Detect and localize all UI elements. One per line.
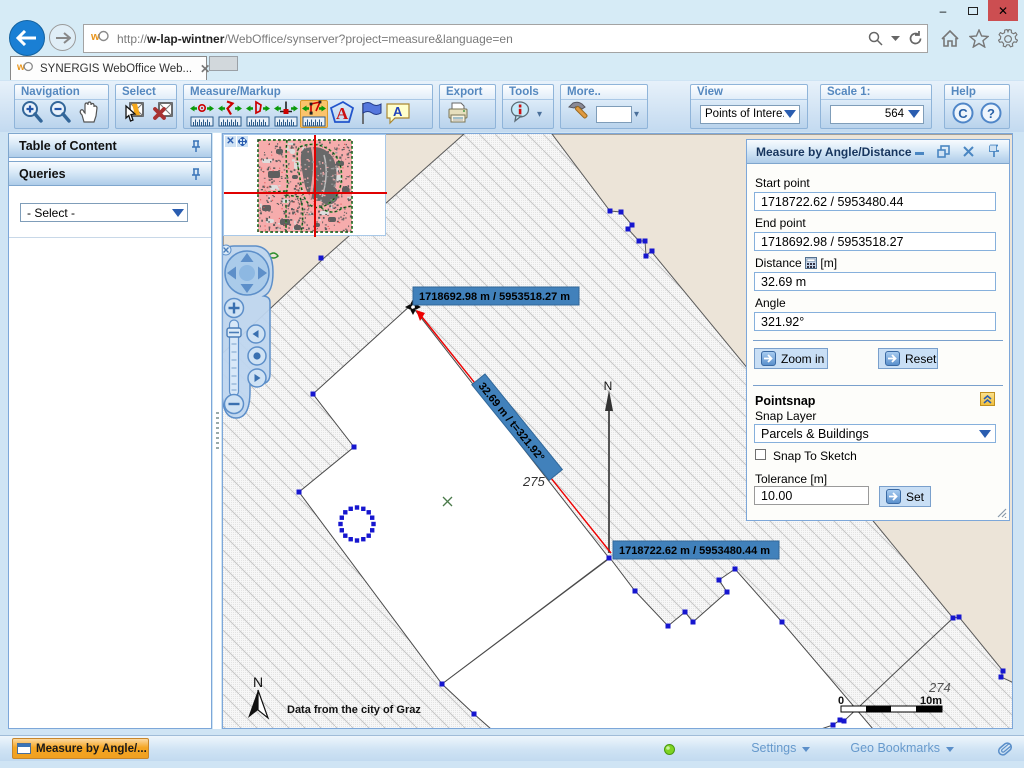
svg-text:N: N bbox=[604, 379, 613, 393]
svg-text:A: A bbox=[336, 104, 349, 123]
svg-text:10m: 10m bbox=[920, 695, 942, 707]
svg-text:?: ? bbox=[987, 106, 995, 121]
svg-text:C: C bbox=[958, 106, 968, 121]
svg-text:Data from the city of Graz: Data from the city of Graz bbox=[287, 704, 421, 716]
svg-text:A: A bbox=[393, 104, 403, 119]
svg-text:0: 0 bbox=[838, 695, 844, 707]
svg-text:1718722.62 m / 5953480.44 m: 1718722.62 m / 5953480.44 m bbox=[619, 545, 770, 557]
svg-text:N: N bbox=[253, 674, 263, 690]
svg-text:275: 275 bbox=[522, 474, 545, 489]
svg-text:274: 274 bbox=[928, 680, 951, 695]
svg-text:1718692.98 m / 5953518.27 m: 1718692.98 m / 5953518.27 m bbox=[419, 291, 570, 303]
